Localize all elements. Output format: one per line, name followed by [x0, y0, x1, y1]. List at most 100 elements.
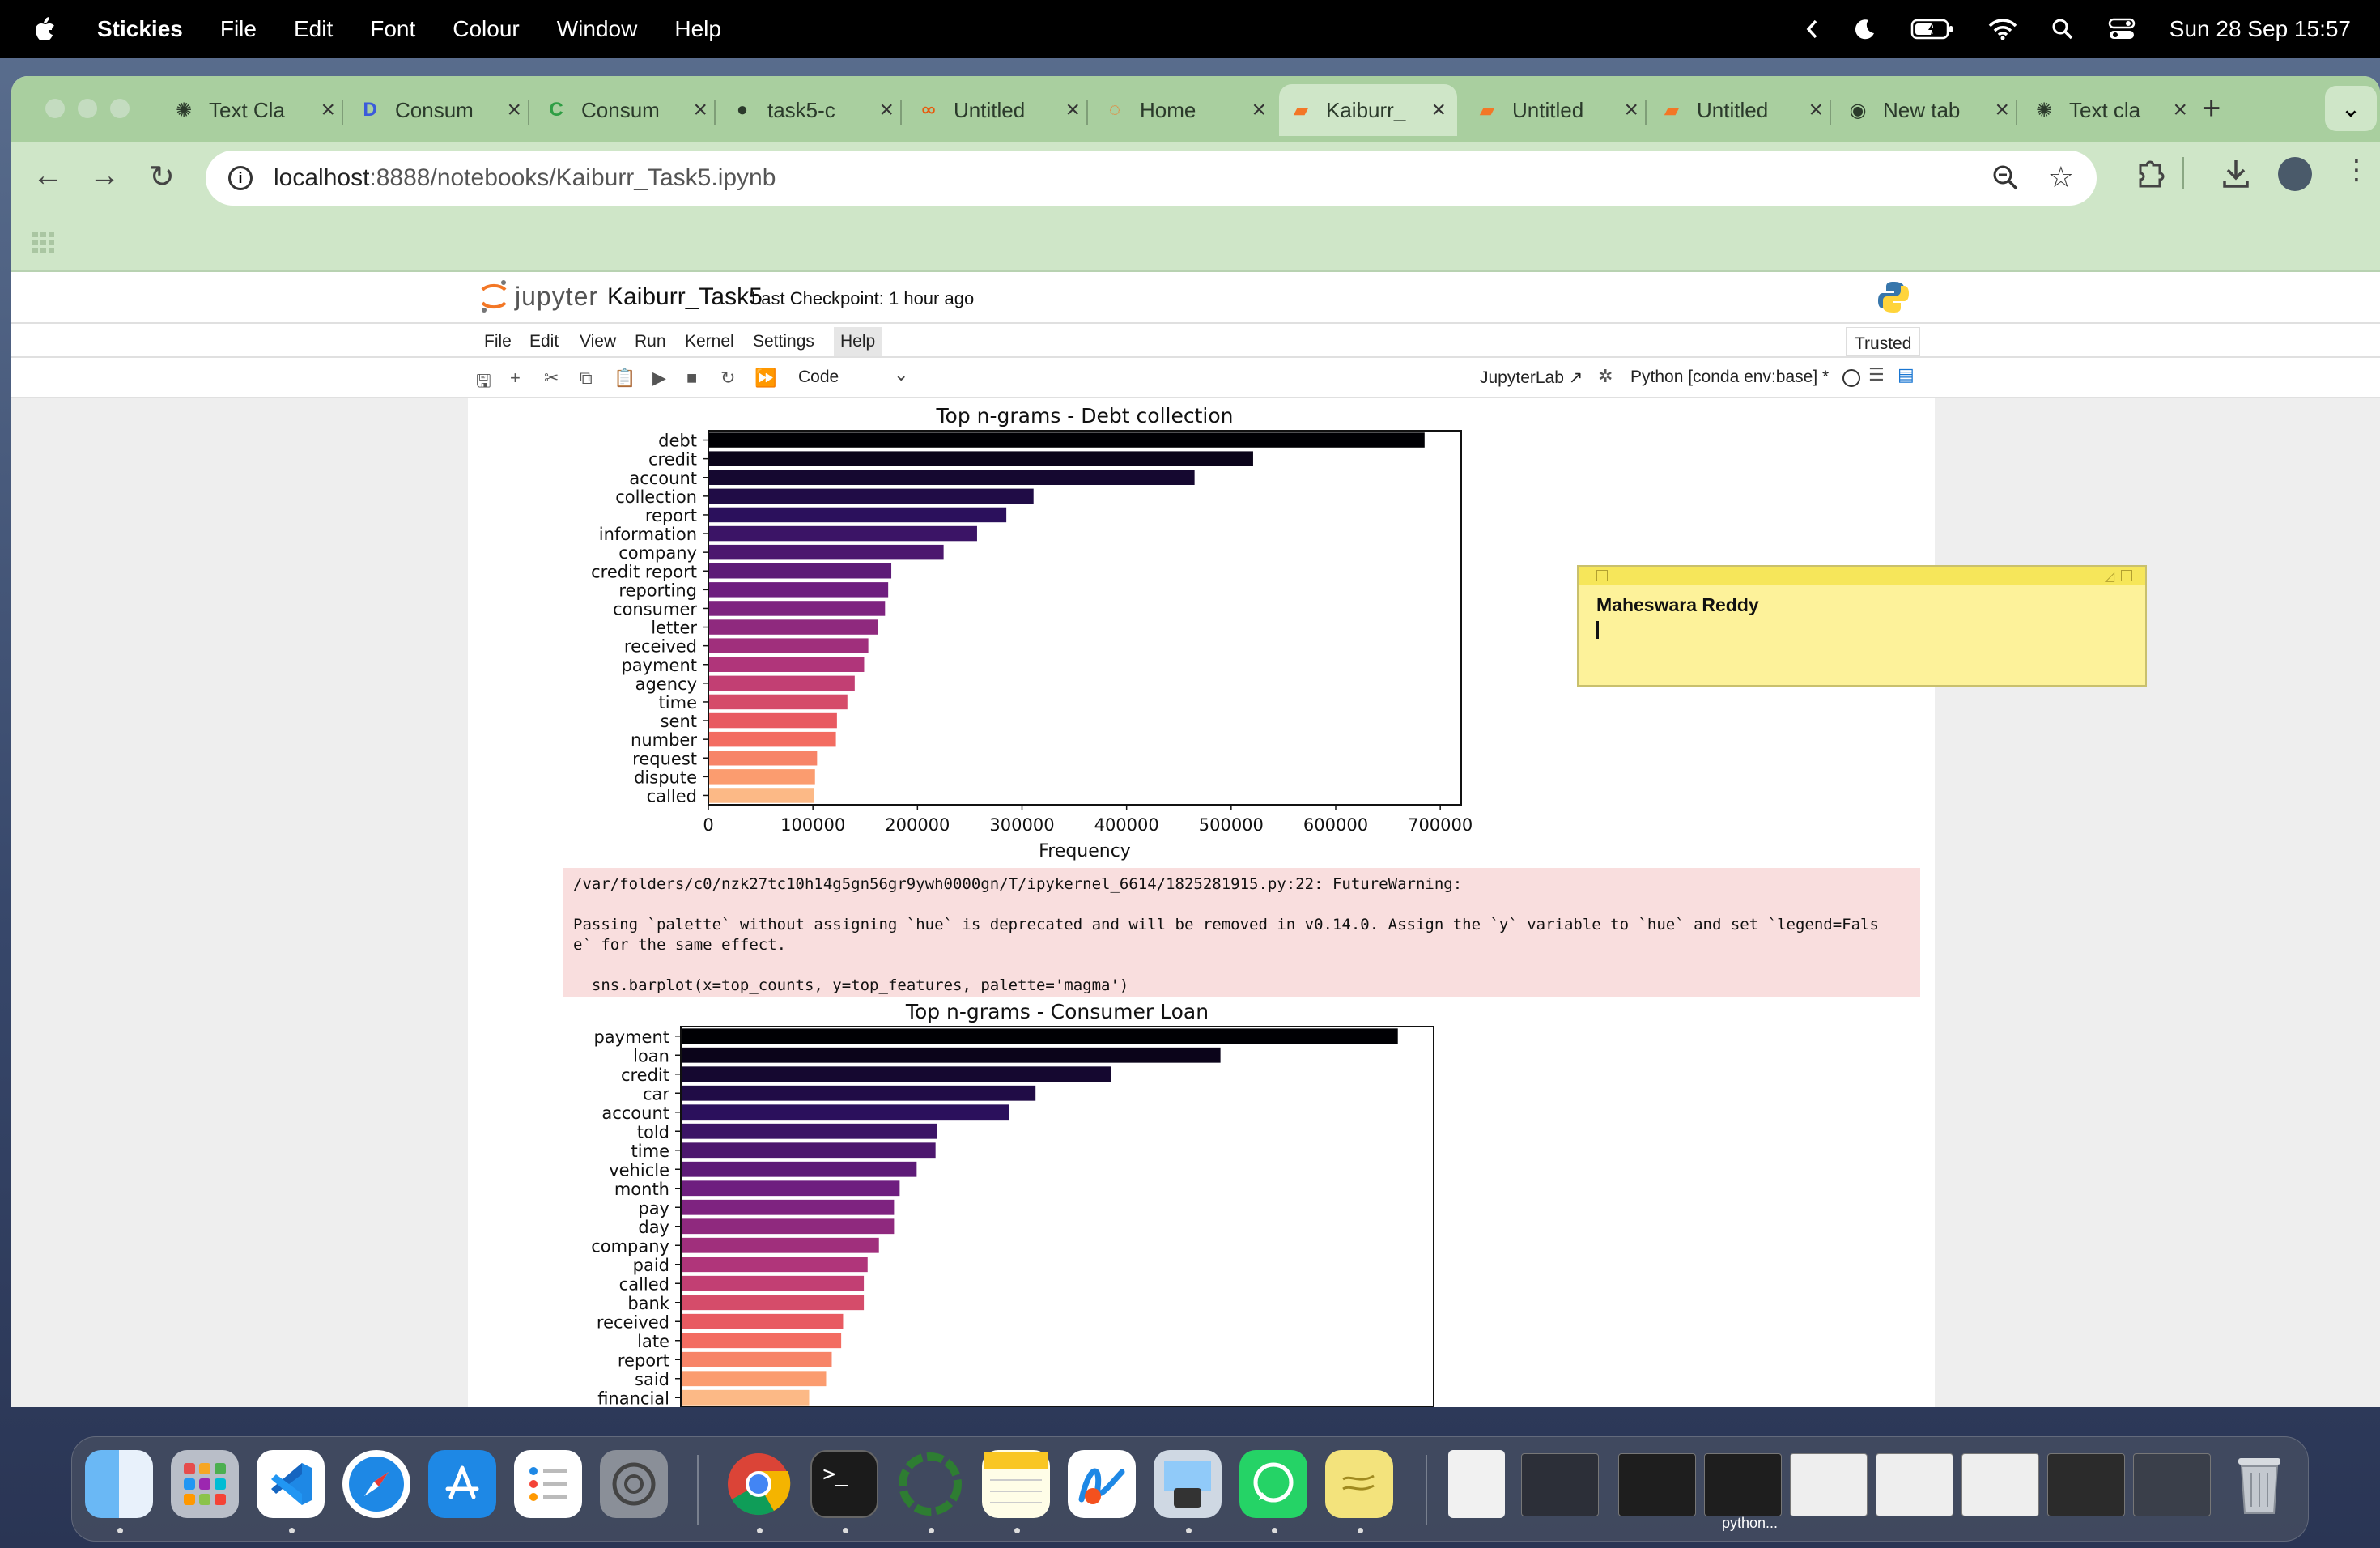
tab-search-button[interactable]: ⌄ [2325, 86, 2377, 131]
extensions-icon[interactable] [2136, 157, 2165, 189]
fast-forward-icon[interactable]: ⏩ [754, 368, 776, 389]
close-icon[interactable]: × [321, 96, 335, 124]
close-icon[interactable]: × [1995, 96, 2009, 124]
window-thumbnail-terminal-python[interactable] [1704, 1453, 1782, 1516]
tab-colab-untitled[interactable]: ∞ Untitled × [918, 84, 1080, 136]
menubar-window[interactable]: Window [557, 16, 638, 42]
freeform-icon[interactable] [1068, 1450, 1136, 1518]
moon-icon[interactable] [1852, 17, 1876, 41]
window-thumbnail-whatsapp[interactable] [2047, 1453, 2125, 1516]
notebook-title[interactable]: Kaiburr_Task5 [607, 283, 763, 311]
zoom-icon[interactable] [1991, 164, 2019, 191]
new-tab-button[interactable]: + [2202, 91, 2221, 127]
menubar-app-name[interactable]: Stickies [97, 16, 183, 42]
minimize-window-button[interactable] [78, 99, 97, 118]
forward-arrow-icon[interactable]: → [89, 159, 120, 194]
window-thumbnail-browser-1[interactable] [1790, 1453, 1868, 1516]
reload-icon[interactable]: ↻ [149, 159, 175, 195]
copy-icon[interactable]: ⧉ [580, 368, 593, 389]
finder-icon[interactable] [85, 1450, 153, 1518]
jupyter-menu-file[interactable]: File [484, 332, 512, 351]
close-icon[interactable]: × [1624, 96, 1638, 124]
system-settings-icon[interactable] [600, 1450, 668, 1518]
jupyter-logo[interactable]: jupyter [479, 279, 598, 314]
tab-untitled-2[interactable]: ▰ Untitled × [1477, 84, 1638, 136]
apps-grid-icon[interactable] [32, 232, 55, 254]
tab-consumer-1[interactable]: D Consum × [359, 84, 521, 136]
close-icon[interactable]: × [1808, 96, 1823, 124]
jupyterlab-link[interactable]: JupyterLab ↗ [1480, 368, 1583, 388]
jupyter-menu-kernel[interactable]: Kernel [685, 332, 734, 351]
tab-github-task5[interactable]: ● task5-c × [732, 84, 894, 136]
notes-icon[interactable] [982, 1450, 1050, 1518]
close-icon[interactable]: × [2173, 96, 2187, 124]
zoom-window-button[interactable] [110, 99, 130, 118]
menubar-edit[interactable]: Edit [294, 16, 333, 42]
chevron-left-icon[interactable] [1805, 19, 1818, 40]
close-icon[interactable]: × [507, 96, 521, 124]
tab-jupyter-home[interactable]: ◌ Home × [1104, 84, 1266, 136]
preview-icon[interactable] [1154, 1450, 1222, 1518]
save-icon[interactable]: 🖫 [476, 368, 491, 398]
paste-icon[interactable]: 📋 [614, 368, 635, 389]
reminders-icon[interactable] [514, 1450, 582, 1518]
tab-untitled-3[interactable]: ▰ Untitled × [1661, 84, 1823, 136]
sticky-resize-icon[interactable]: ◿ [2105, 568, 2114, 585]
stickies-icon[interactable] [1325, 1450, 1393, 1518]
window-thumbnail-keyboard[interactable] [2133, 1453, 2211, 1516]
apple-menu-icon[interactable] [32, 15, 57, 44]
download-icon[interactable] [2221, 157, 2250, 189]
address-bar[interactable]: i localhost:8888/notebooks/Kaiburr_Task5… [206, 151, 2097, 206]
window-thumbnail-browser-3[interactable] [1961, 1453, 2039, 1516]
safari-icon[interactable] [342, 1450, 410, 1518]
spotlight-search-icon[interactable] [2051, 18, 2074, 40]
jupyter-menu-settings[interactable]: Settings [753, 332, 814, 351]
bookmark-star-icon[interactable]: ☆ [2048, 160, 2074, 194]
sticky-note[interactable]: ◿ Maheswara Reddy [1577, 565, 2147, 687]
tab-kaiburr-notebook[interactable]: ▰ Kaiburr_ × [1279, 84, 1457, 136]
control-center-icon[interactable] [2108, 17, 2136, 41]
run-icon[interactable]: ▶ [652, 368, 666, 389]
menubar-file[interactable]: File [220, 16, 257, 42]
close-icon[interactable]: × [1431, 96, 1446, 124]
site-info-icon[interactable]: i [228, 166, 253, 190]
jupyter-menu-help[interactable]: Help [834, 327, 882, 356]
sticky-collapse-button[interactable] [2121, 570, 2132, 581]
back-arrow-icon[interactable]: ← [32, 159, 63, 194]
kernel-name[interactable]: Python [conda env:base] * [1630, 368, 1829, 387]
terminal-icon[interactable]: >_ [810, 1450, 878, 1518]
window-thumbnail-browser-2[interactable] [1876, 1453, 1953, 1516]
battery-icon[interactable] [1910, 18, 1954, 40]
tab-new-tab[interactable]: ◉ New tab × [1847, 84, 2009, 136]
list-icon[interactable]: ☰ [1868, 364, 1885, 385]
url-text[interactable]: localhost:8888/notebooks/Kaiburr_Task5.i… [274, 164, 776, 192]
add-cell-icon[interactable]: + [510, 368, 521, 389]
window-thumbnail-terminal-1[interactable] [1618, 1453, 1696, 1516]
tab-consumer-2[interactable]: C Consum × [546, 84, 708, 136]
whatsapp-icon[interactable] [1239, 1450, 1307, 1518]
vscode-icon[interactable] [257, 1450, 325, 1518]
debugger-icon[interactable]: ✲ [1598, 366, 1613, 387]
profile-avatar[interactable] [2278, 157, 2312, 191]
launchpad-icon[interactable] [171, 1450, 239, 1518]
close-icon[interactable]: × [693, 96, 708, 124]
chevron-down-icon[interactable]: ⌄ [894, 364, 908, 385]
menubar-font[interactable]: Font [370, 16, 415, 42]
property-inspector-icon[interactable]: ▤ [1898, 364, 1915, 385]
close-icon[interactable]: × [879, 96, 894, 124]
cut-icon[interactable]: ✂ [544, 368, 559, 389]
jupyter-menu-run[interactable]: Run [635, 332, 666, 351]
close-icon[interactable]: × [1252, 96, 1266, 124]
jupyter-menu-edit[interactable]: Edit [529, 332, 559, 351]
stop-icon[interactable]: ■ [686, 368, 697, 389]
wifi-icon[interactable] [1988, 18, 2017, 40]
app-store-icon[interactable] [428, 1450, 496, 1518]
menubar-colour[interactable]: Colour [453, 16, 519, 42]
restart-icon[interactable]: ↻ [720, 368, 735, 389]
close-window-button[interactable] [45, 99, 65, 118]
sticky-close-button[interactable] [1596, 570, 1608, 581]
tab-text-classification-2[interactable]: ✺ Text cla × [2034, 84, 2187, 136]
jupyter-menu-view[interactable]: View [580, 332, 616, 351]
kebab-menu-icon[interactable]: ⋮ [2343, 154, 2370, 186]
menubar-help[interactable]: Help [674, 16, 721, 42]
